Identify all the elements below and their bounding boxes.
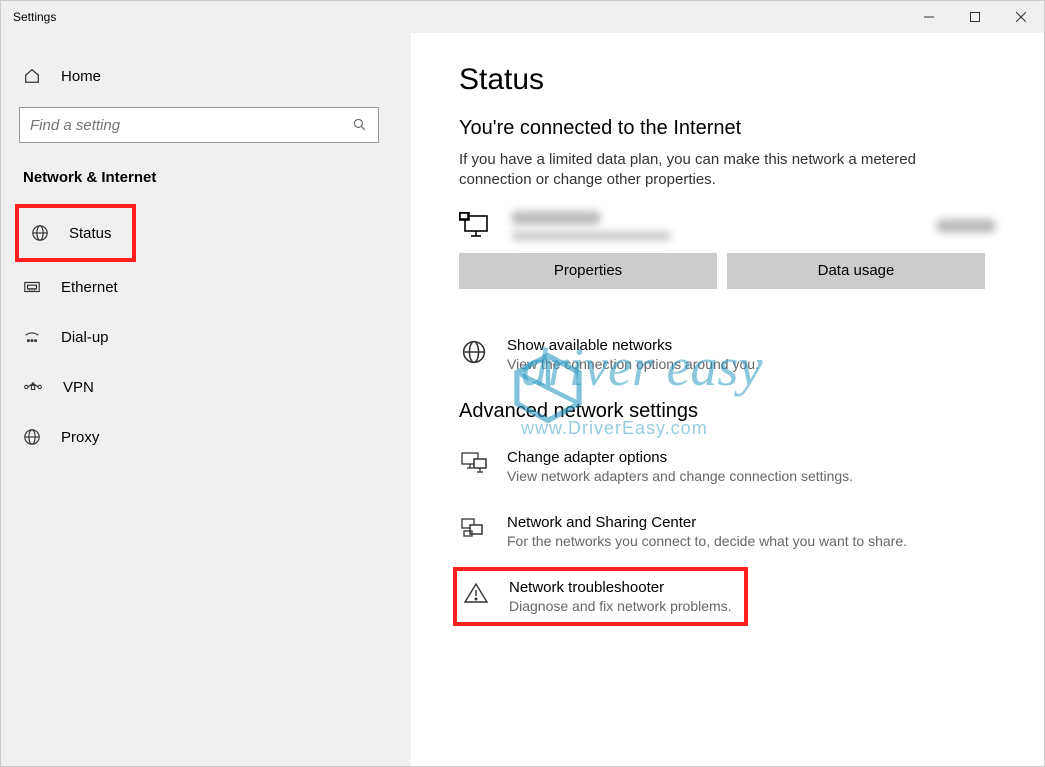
close-button[interactable]: [998, 1, 1044, 33]
maximize-button[interactable]: [952, 1, 998, 33]
title-bar: Settings: [1, 1, 1044, 33]
globe-status-icon: [31, 224, 49, 242]
sharing-center-row[interactable]: Network and Sharing Center For the netwo…: [459, 502, 996, 567]
sidebar-item-status[interactable]: Status: [19, 208, 132, 258]
troubleshoot-title: Network troubleshooter: [509, 579, 732, 596]
sidebar-item-label: Dial-up: [61, 329, 109, 346]
page-title: Status: [459, 63, 996, 97]
adapter-icon: [460, 451, 488, 475]
globe-icon: [461, 339, 487, 365]
sidebar: Home Network & Internet Status Ethernet …: [1, 33, 411, 766]
troubleshoot-row[interactable]: Network troubleshooter Diagnose and fix …: [461, 575, 732, 618]
warning-triangle-icon: [463, 581, 489, 605]
window-controls: [906, 1, 1044, 33]
highlight-status: Status: [15, 204, 136, 262]
properties-button[interactable]: Properties: [459, 253, 717, 289]
ethernet-monitor-icon: [459, 212, 493, 240]
sidebar-item-label: Ethernet: [61, 279, 118, 296]
search-input[interactable]: [30, 117, 352, 134]
globe-icon: [23, 428, 41, 446]
window-title: Settings: [13, 10, 56, 24]
adapter-options-title: Change adapter options: [507, 449, 853, 466]
sidebar-item-label: Status: [69, 225, 112, 242]
highlight-troubleshoot: Network troubleshooter Diagnose and fix …: [453, 567, 748, 626]
sharing-title: Network and Sharing Center: [507, 514, 907, 531]
adapter-options-desc: View network adapters and change connect…: [507, 468, 853, 484]
maximize-icon: [970, 12, 980, 22]
main-panel: Status You're connected to the Internet …: [411, 33, 1044, 766]
watermark-logo: [511, 351, 585, 425]
minimize-icon: [924, 12, 934, 22]
vpn-icon: [23, 378, 43, 396]
home-nav[interactable]: Home: [1, 53, 411, 99]
sidebar-item-proxy[interactable]: Proxy: [1, 412, 411, 462]
home-label: Home: [61, 68, 101, 85]
close-icon: [1016, 12, 1026, 22]
network-actions: Properties Data usage: [459, 253, 996, 289]
sidebar-item-label: Proxy: [61, 429, 99, 446]
category-label: Network & Internet: [1, 161, 411, 204]
sidebar-item-ethernet[interactable]: Ethernet: [1, 262, 411, 312]
data-usage-button[interactable]: Data usage: [727, 253, 985, 289]
search-icon: [352, 117, 368, 133]
home-icon: [23, 67, 41, 85]
dialup-icon: [23, 328, 41, 346]
adapter-options-row[interactable]: Change adapter options View network adap…: [459, 437, 996, 502]
ethernet-icon: [23, 278, 41, 296]
search-box[interactable]: [19, 107, 379, 143]
sidebar-item-dialup[interactable]: Dial-up: [1, 312, 411, 362]
sidebar-item-label: VPN: [63, 379, 94, 396]
connection-status-title: You're connected to the Internet: [459, 117, 996, 140]
network-summary: [459, 205, 996, 253]
sidebar-item-vpn[interactable]: VPN: [1, 362, 411, 412]
sharing-icon: [460, 516, 488, 540]
sharing-desc: For the networks you connect to, decide …: [507, 533, 907, 549]
troubleshoot-desc: Diagnose and fix network problems.: [509, 598, 732, 614]
minimize-button[interactable]: [906, 1, 952, 33]
connection-status-desc: If you have a limited data plan, you can…: [459, 150, 979, 191]
